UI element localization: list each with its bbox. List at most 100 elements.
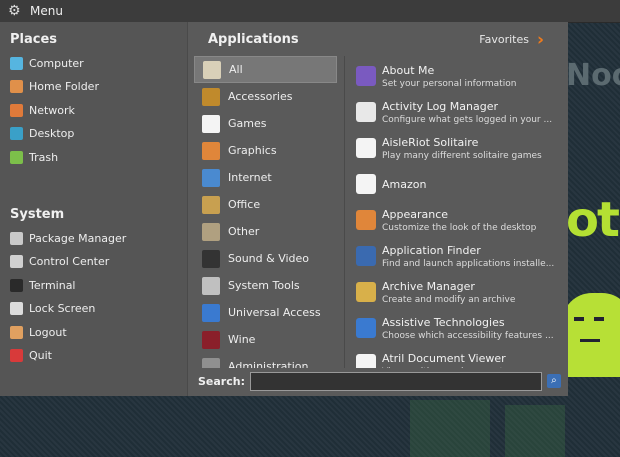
- places-item-label: Home Folder: [29, 80, 99, 93]
- sound-video-icon: [202, 249, 220, 268]
- computer-icon: [10, 56, 23, 70]
- category-all[interactable]: All: [194, 56, 337, 83]
- places-item-label: Desktop: [29, 127, 75, 140]
- app-text: Archive Manager Create and modify an arch…: [382, 280, 515, 305]
- places-item-computer[interactable]: Computer: [10, 54, 84, 72]
- app-text: Assistive Technologies Choose which acces…: [382, 316, 554, 341]
- wine-icon: [202, 330, 220, 349]
- app-name: Assistive Technologies: [382, 315, 505, 329]
- category-universal-access[interactable]: Universal Access: [194, 299, 337, 326]
- menu-button-label[interactable]: Menu: [30, 4, 63, 18]
- category-office[interactable]: Office: [194, 191, 337, 218]
- system-item-lock-screen[interactable]: Lock Screen: [10, 300, 95, 318]
- home-folder-icon: [10, 80, 23, 93]
- solitaire-icon: [356, 138, 376, 158]
- category-label: Sound & Video: [228, 252, 310, 265]
- category-label: Office: [228, 198, 261, 211]
- applications-heading: Applications: [208, 32, 299, 47]
- app-description: Find and launch applications installe...: [382, 258, 555, 269]
- administration-icon: [202, 357, 220, 368]
- universal-access-icon: [202, 303, 220, 322]
- app-item-archive-manager[interactable]: Archive Manager Create and modify an arch…: [356, 274, 561, 310]
- desktop-tile: [505, 405, 565, 457]
- app-item-appearance[interactable]: Appearance Customize the look of the desk…: [356, 202, 561, 238]
- games-icon: [202, 114, 220, 133]
- places-item-network[interactable]: Network: [10, 101, 75, 119]
- search-icon[interactable]: ⌕: [546, 374, 561, 388]
- category-internet[interactable]: Internet: [194, 164, 337, 191]
- places-item-desktop[interactable]: Desktop: [10, 125, 74, 143]
- app-name: Activity Log Manager: [382, 99, 498, 113]
- system-item-quit[interactable]: Quit: [10, 347, 52, 365]
- other-icon: [202, 222, 220, 241]
- app-description: Play many different solitaire games: [382, 150, 542, 161]
- category-label: Universal Access: [228, 306, 321, 319]
- app-text: Atril Document Viewer View multi-page doc…: [382, 352, 508, 369]
- places-item-trash[interactable]: Trash: [10, 148, 58, 166]
- app-description: View multi-page documents: [382, 367, 508, 369]
- category-label: Internet: [228, 171, 272, 184]
- system-item-logout[interactable]: Logout: [10, 323, 67, 341]
- places-item-home-folder[interactable]: Home Folder: [10, 78, 99, 96]
- category-list[interactable]: All Accessories Games Graphics Internet Offic…: [194, 56, 337, 368]
- favorites-button[interactable]: Favorites ›: [479, 31, 544, 48]
- category-other[interactable]: Other: [194, 218, 337, 245]
- archive-manager-icon: [356, 282, 376, 302]
- app-name: Archive Manager: [382, 279, 475, 293]
- desktop-wallpaper-logo: ot: [566, 192, 620, 248]
- system-item-terminal[interactable]: Terminal: [10, 276, 76, 294]
- ghost-eye: [574, 317, 584, 321]
- places-item-label: Computer: [29, 56, 84, 70]
- app-text: Activity Log Manager Configure what gets …: [382, 100, 552, 125]
- app-item-assistive-technologies[interactable]: Assistive Technologies Choose which acces…: [356, 310, 561, 346]
- places-heading: Places: [10, 32, 58, 47]
- logout-icon: [10, 325, 23, 339]
- app-item-activity-log-manager[interactable]: Activity Log Manager Configure what gets …: [356, 94, 561, 130]
- top-panel: ⚙ Menu: [0, 0, 620, 23]
- favorites-label: Favorites: [479, 33, 529, 46]
- desktop-tile: [410, 400, 490, 457]
- app-item-about-me[interactable]: About Me Set your personal information: [356, 58, 561, 94]
- app-item-application-finder[interactable]: Application Finder Find and launch applic…: [356, 238, 561, 274]
- system-item-control-center[interactable]: Control Center: [10, 253, 109, 271]
- all-icon: [203, 60, 221, 79]
- app-item-amazon[interactable]: Amazon: [356, 166, 561, 202]
- system-item-label: Lock Screen: [29, 302, 96, 315]
- app-description: Create and modify an archive: [382, 294, 516, 305]
- category-wine[interactable]: Wine: [194, 326, 337, 353]
- app-description: Set your personal information: [382, 78, 517, 89]
- category-graphics[interactable]: Graphics: [194, 137, 337, 164]
- app-description: Configure what gets logged in your ...: [382, 114, 553, 125]
- app-text: Amazon: [382, 178, 426, 191]
- app-description: Choose which accessibility features ...: [382, 330, 554, 341]
- app-name: Atril Document Viewer: [382, 351, 506, 365]
- application-list[interactable]: About Me Set your personal information Act…: [356, 58, 561, 368]
- category-games[interactable]: Games: [194, 110, 337, 137]
- system-item-package-manager[interactable]: Package Manager: [10, 229, 126, 247]
- category-label: Other: [228, 225, 260, 238]
- atril-icon: [356, 354, 376, 368]
- about-me-icon: [356, 66, 376, 86]
- category-label: Games: [228, 117, 267, 130]
- app-item-atril-document-viewer[interactable]: Atril Document Viewer View multi-page doc…: [356, 346, 561, 368]
- system-heading: System: [10, 207, 65, 222]
- category-administration[interactable]: Administration: [194, 353, 337, 368]
- app-name: Appearance: [382, 207, 449, 221]
- terminal-icon: [10, 278, 23, 292]
- desktop-icon: [10, 127, 23, 140]
- app-name: Amazon: [382, 177, 427, 191]
- app-text: Application Finder Find and launch applic…: [382, 244, 554, 269]
- app-text: Appearance Customize the look of the desk…: [382, 208, 536, 233]
- gear-icon[interactable]: ⚙: [8, 4, 22, 18]
- app-item-aisleriot-solitaire[interactable]: AisleRiot Solitaire Play many different s…: [356, 130, 561, 166]
- ghost-mouth: [580, 339, 600, 342]
- application-menu: Places Computer Home Folder Network Desktop…: [0, 22, 568, 396]
- category-accessories[interactable]: Accessories: [194, 83, 337, 110]
- search-input[interactable]: [249, 371, 542, 391]
- menu-left-pane: Places Computer Home Folder Network Desktop…: [0, 22, 188, 396]
- appearance-icon: [356, 210, 376, 230]
- category-label: All: [229, 63, 243, 76]
- category-sound-video[interactable]: Sound & Video: [194, 245, 337, 272]
- category-label: Administration: [228, 360, 309, 368]
- category-system-tools[interactable]: System Tools: [194, 272, 337, 299]
